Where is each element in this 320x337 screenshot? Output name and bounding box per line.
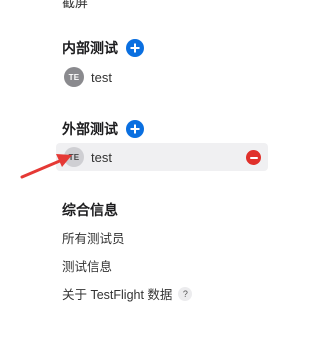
add-internal-group-button[interactable] — [126, 39, 144, 57]
plus-icon — [130, 124, 140, 134]
about-testflight-data-link[interactable]: 关于 TestFlight 数据 ? — [62, 284, 193, 303]
avatar: TE — [64, 67, 84, 87]
internal-testing-header: 内部测试 — [62, 38, 144, 58]
help-icon[interactable]: ? — [178, 286, 193, 301]
annotation-arrow-icon — [20, 154, 72, 179]
general-info-title: 综合信息 — [62, 202, 118, 218]
tester-name: test — [91, 69, 112, 85]
external-testing-header: 外部测试 — [62, 119, 144, 139]
test-info-label: 测试信息 — [62, 260, 113, 274]
external-tester-item[interactable]: TE test — [56, 143, 268, 171]
remove-tester-button[interactable] — [246, 150, 261, 165]
all-testers-label: 所有测试员 — [62, 232, 125, 246]
add-external-group-button[interactable] — [126, 120, 144, 138]
internal-testing-title: 内部测试 — [62, 40, 118, 56]
clipped-top-label: 截屏 — [62, 0, 89, 10]
about-testflight-data-label: 关于 TestFlight 数据 — [62, 288, 173, 302]
minus-icon — [249, 156, 258, 159]
plus-icon — [130, 43, 140, 53]
external-testing-title: 外部测试 — [62, 121, 118, 137]
tester-name: test — [91, 149, 112, 165]
all-testers-link[interactable]: 所有测试员 — [62, 228, 125, 247]
test-info-link[interactable]: 测试信息 — [62, 256, 112, 275]
internal-tester-item[interactable]: TE test — [58, 63, 112, 91]
general-info-header: 综合信息 — [62, 200, 118, 220]
